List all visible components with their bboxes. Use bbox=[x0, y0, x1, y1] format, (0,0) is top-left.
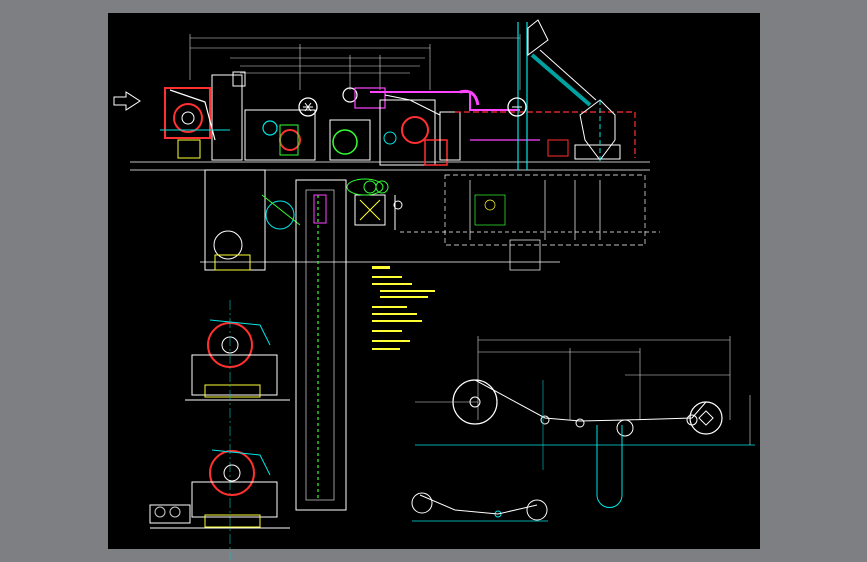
feed-direction-arrow-icon bbox=[113, 91, 141, 111]
ductwork bbox=[370, 89, 636, 158]
building-outline bbox=[444, 174, 646, 271]
side-elevation-lower bbox=[149, 449, 290, 529]
annotation-notes bbox=[372, 266, 435, 350]
unwind-stand bbox=[160, 71, 246, 161]
secondary-web-path bbox=[411, 492, 548, 522]
cyclone-hopper bbox=[547, 99, 621, 162]
top-dimension-lines bbox=[189, 34, 521, 90]
chain-conveyor-pit bbox=[295, 179, 347, 511]
basement-machinery bbox=[204, 169, 403, 271]
side-elevation-upper bbox=[185, 300, 290, 560]
pump-symbol-icon bbox=[363, 180, 389, 194]
cad-drawing bbox=[113, 19, 755, 560]
coater-section bbox=[379, 94, 461, 166]
web-path-diagram bbox=[415, 336, 755, 508]
exhaust-stack bbox=[507, 19, 597, 170]
press-section bbox=[244, 87, 386, 161]
